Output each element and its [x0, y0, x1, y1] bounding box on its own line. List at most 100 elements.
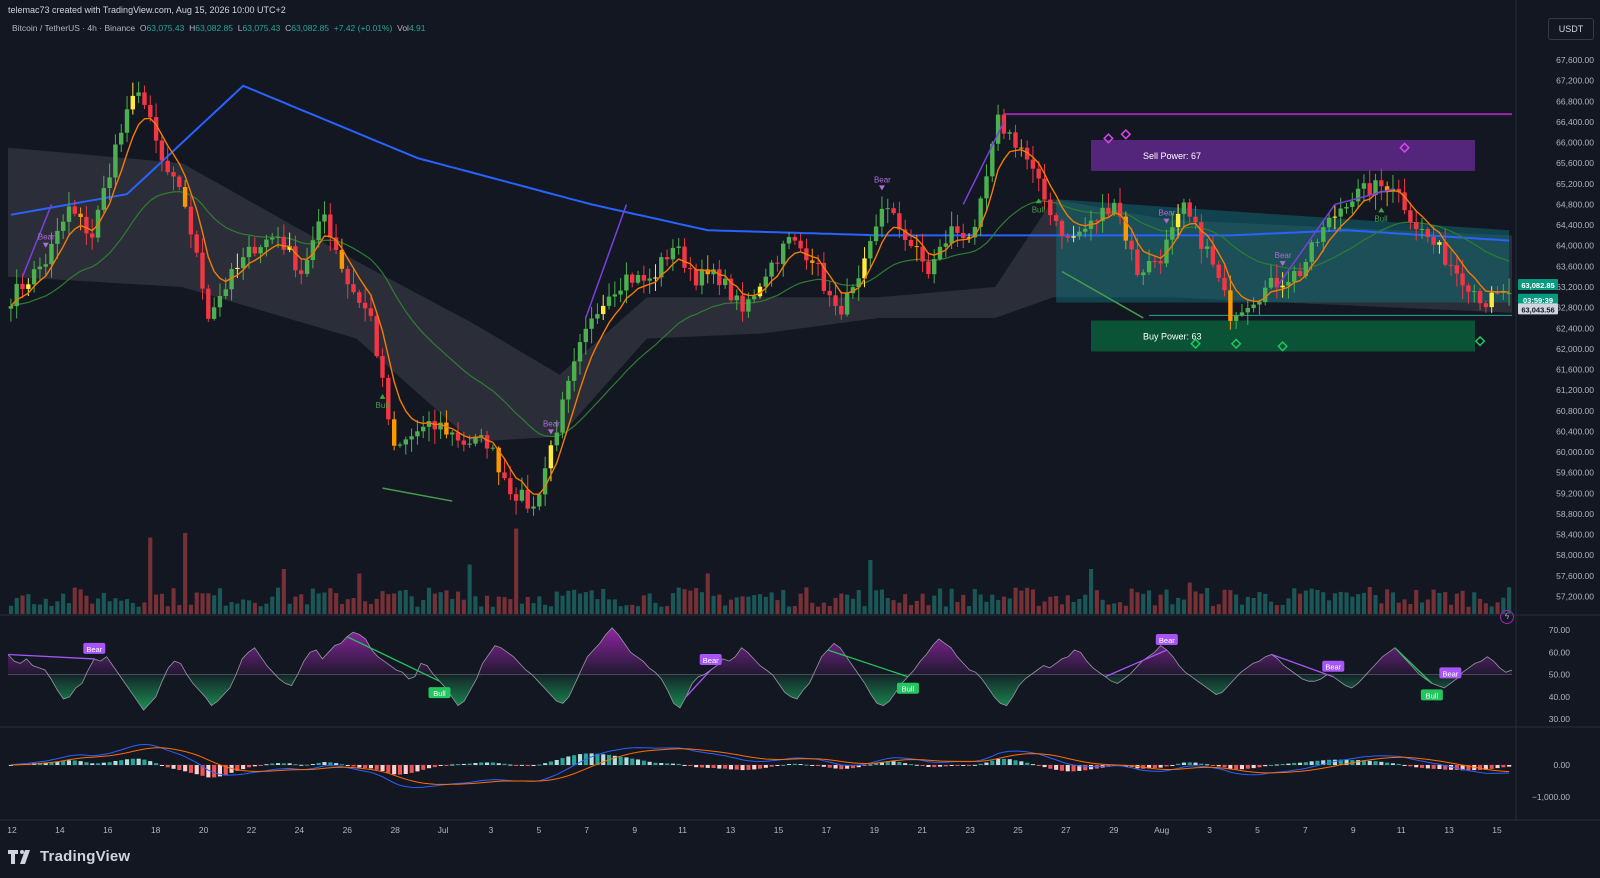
macd-histogram-bar	[485, 762, 490, 765]
candle-body	[798, 240, 803, 249]
time-axis-label: 28	[390, 825, 400, 835]
macd-histogram-bar	[1280, 764, 1285, 765]
macd-histogram-bar	[113, 761, 118, 765]
macd-histogram-bar	[270, 763, 275, 765]
candle-body	[769, 262, 774, 277]
volume-bar	[1118, 602, 1123, 614]
macd-histogram-bar	[1222, 765, 1227, 768]
currency-button[interactable]: USDT	[1548, 18, 1594, 40]
macd-histogram-bar	[1298, 762, 1303, 765]
macd-histogram-bar	[618, 756, 623, 765]
lightning-icon[interactable]: ϟ	[1500, 610, 1514, 624]
macd-histogram-bar	[763, 765, 768, 768]
volume-bar	[1210, 606, 1215, 614]
oscillator-bull-label: Bull	[1426, 691, 1439, 700]
candle-body	[548, 445, 554, 469]
macd-histogram-bar	[955, 765, 960, 766]
macd-histogram-bar	[624, 757, 629, 765]
macd-histogram-bar	[752, 765, 757, 770]
macd-histogram-bar	[636, 759, 641, 765]
candle-body	[194, 234, 199, 253]
macd-histogram-bar	[1158, 765, 1163, 768]
candle-body	[1141, 272, 1146, 276]
volume-bar	[328, 588, 333, 614]
macd-histogram-bar	[1437, 765, 1442, 769]
macd-histogram-bar	[758, 765, 763, 769]
macd-histogram-bar	[775, 765, 780, 766]
volume-bar	[1036, 605, 1041, 614]
candle-body	[386, 377, 391, 420]
volume-bar	[1234, 594, 1239, 614]
macd-histogram-bar	[787, 764, 792, 765]
volume-bar	[380, 591, 385, 614]
volume-bar	[1292, 588, 1297, 614]
volume-bar	[305, 604, 310, 614]
volume-bar	[1152, 605, 1157, 614]
candle-body	[595, 314, 600, 319]
volume-bar	[293, 596, 298, 614]
symbol-legend[interactable]: Bitcoin / TetherUS · 4h · Binance O63,07…	[12, 23, 426, 33]
candle-body	[688, 267, 693, 270]
candle-body	[322, 214, 327, 222]
candle-body	[293, 246, 298, 271]
candle-body	[171, 172, 176, 177]
macd-histogram-bar	[241, 765, 246, 770]
macd-histogram-bar	[368, 765, 373, 769]
volume-bar	[659, 606, 664, 614]
chart-canvas[interactable]: Sell Power: 67 Buy Power: 63 Bear Bear Bear B…	[0, 0, 1600, 878]
volume-bar	[241, 599, 246, 614]
volume-bar	[334, 593, 339, 614]
price-axis-label: 60,000.00	[1556, 447, 1594, 457]
candle-body	[450, 432, 455, 435]
bull-signal-label: Bull	[376, 401, 390, 410]
volume-bar	[670, 593, 675, 614]
macd-histogram-bar	[1164, 765, 1169, 767]
candle-body	[566, 380, 571, 400]
bull-signal-label: Bull	[1032, 205, 1046, 214]
candle-body	[502, 472, 507, 479]
volume-bar	[734, 597, 739, 614]
price-axis-label: 65,200.00	[1556, 179, 1594, 189]
time-axis-label: 27	[1061, 825, 1071, 835]
price-axis-label: 61,200.00	[1556, 385, 1594, 395]
candle-body	[1210, 246, 1216, 265]
volume-bar	[630, 604, 635, 614]
volume-bar	[1239, 604, 1244, 614]
volume-bar	[188, 604, 193, 614]
macd-histogram-bar	[467, 763, 472, 765]
macd-histogram-bar	[1187, 762, 1192, 765]
bull-signal-marker	[379, 393, 386, 399]
volume-bar	[1327, 600, 1332, 614]
volume-bar	[310, 588, 315, 614]
macd-histogram-bar	[130, 758, 135, 765]
tradingview-logo[interactable]: TradingView	[8, 848, 130, 865]
volume-bar	[647, 593, 652, 614]
price-axis-label: 59,200.00	[1556, 488, 1594, 498]
volume-bar	[113, 598, 118, 614]
macd-histogram-bar	[1507, 765, 1512, 767]
macd-histogram-bar	[1013, 760, 1018, 765]
volume-bar	[525, 596, 530, 614]
volume-bar	[676, 587, 681, 614]
volume-bar	[119, 600, 124, 614]
volume-bar	[990, 594, 995, 614]
macd-histogram-bar	[821, 765, 826, 767]
price-axis-label: 62,000.00	[1556, 344, 1594, 354]
macd-histogram-bar	[1030, 764, 1035, 766]
volume-bar	[1483, 603, 1488, 614]
candle-body	[1414, 222, 1419, 230]
volume-bar	[1170, 604, 1175, 614]
volume-bar	[926, 605, 931, 614]
volume-bar	[740, 596, 745, 614]
candle-body	[612, 294, 617, 297]
macd-histogram-bar	[84, 762, 89, 765]
volume-bar	[1048, 596, 1053, 614]
macd-histogram-bar	[171, 765, 176, 769]
volume-bar	[264, 603, 269, 614]
macd-histogram-bar	[258, 765, 263, 766]
candle-body	[235, 267, 240, 269]
candle-body	[1077, 231, 1082, 237]
candle-body	[653, 277, 658, 279]
volume-bar	[874, 590, 879, 614]
volume-bar	[978, 594, 983, 614]
